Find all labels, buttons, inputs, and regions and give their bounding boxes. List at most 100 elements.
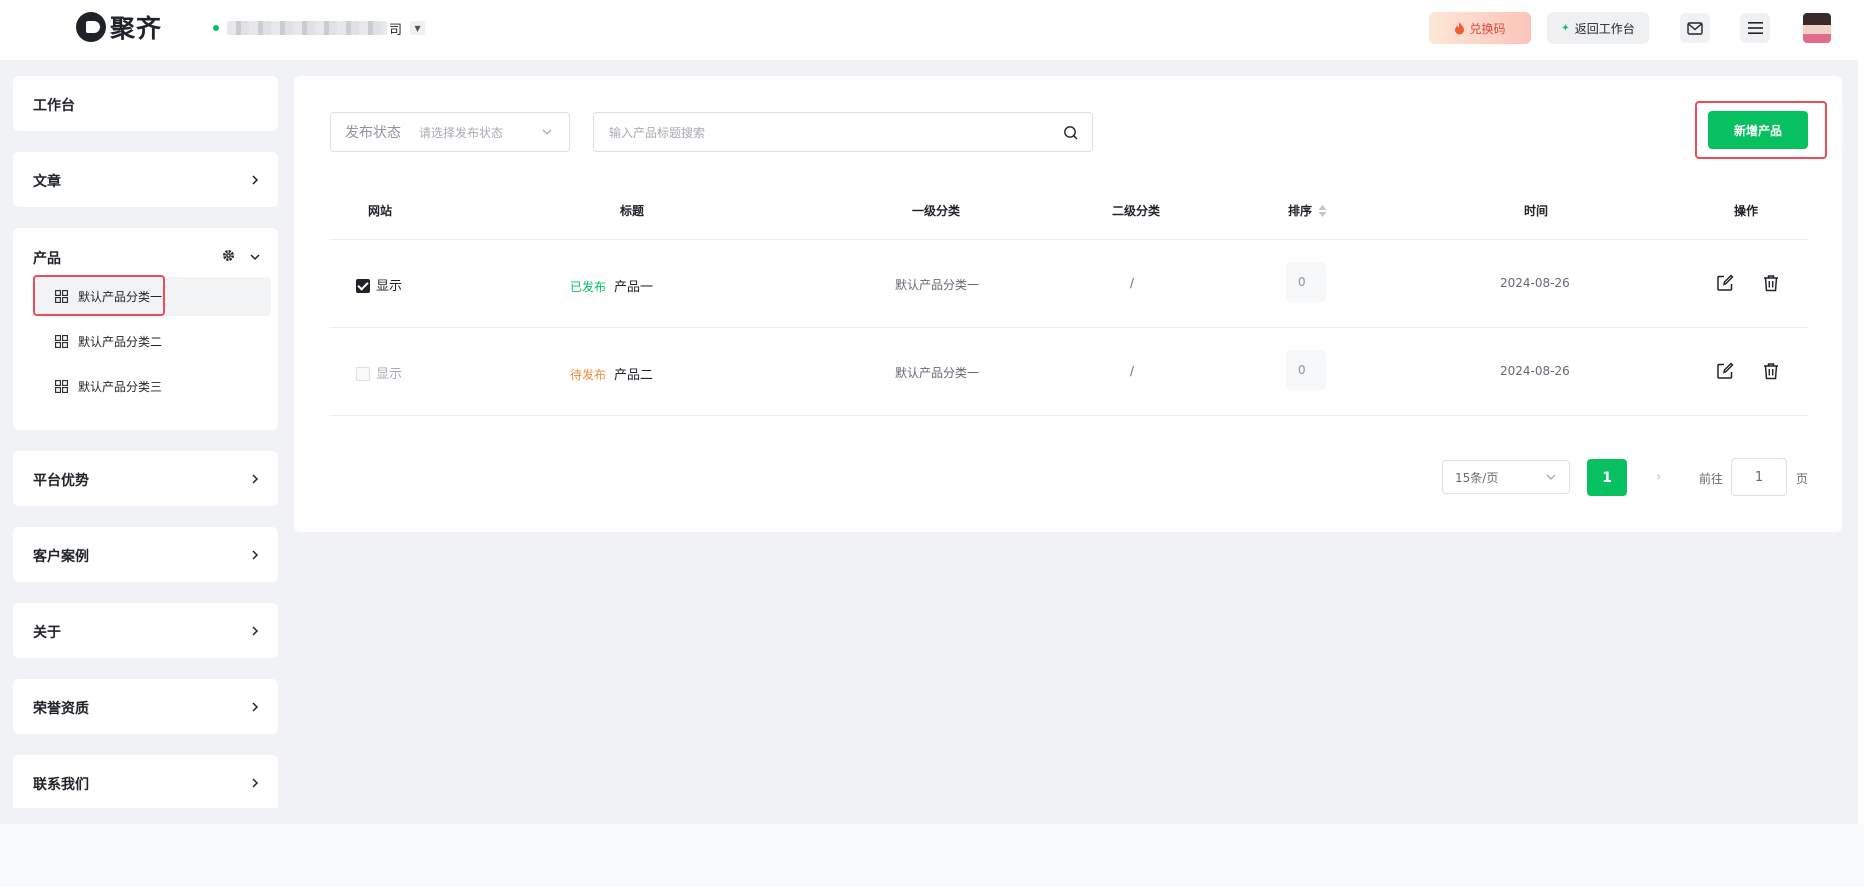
sidebar-item-label: 联系我们 [33,777,89,793]
chevron-down-icon[interactable] [250,252,260,262]
mail-icon [1687,21,1703,35]
publish-status-select[interactable]: 发布状态 请选择发布状态 [330,112,570,152]
column-header-sort-label: 排序 [1288,204,1313,218]
grid-icon [55,335,68,348]
date-cell: 2024-08-26 [1500,276,1570,290]
sidebar-subitem-category-3[interactable]: 默认产品分类三 [33,367,271,406]
status-badge: 已发布 [570,280,607,294]
site-visibility-toggle[interactable]: 显示 [356,275,402,294]
menu-button[interactable] [1740,13,1770,43]
site-visibility-label: 显示 [376,279,403,294]
sort-order-input[interactable]: 0 [1286,350,1326,390]
chevron-right-icon [252,175,259,185]
sidebar-item-label: 关于 [33,625,61,641]
column-header-actions: 操作 [1734,204,1759,218]
company-name-blurred [227,21,387,35]
goto-suffix: 页 [1796,472,1809,486]
sidebar-item-label: 客户案例 [33,549,89,565]
sidebar-subitem-category-1[interactable]: 默认产品分类一 [33,277,271,316]
chevron-down-icon [1546,474,1556,480]
checkbox-checked[interactable] [356,278,370,293]
goto-page-input[interactable]: 1 [1731,458,1787,496]
status-badge: 待发布 [570,368,607,382]
top-header: 聚齐 司 ▼ 兑换码 ✦ 返回工作台 [0,0,1864,60]
table-row: 显示 待发布 产品二 默认产品分类一 / 0 2024-08-26 [330,328,1808,416]
sidebar-item-honors[interactable]: 荣誉资质 [13,679,278,734]
sidebar-item-label: 平台优势 [33,473,89,489]
delete-icon[interactable] [1762,274,1780,292]
sidebar-item-cases[interactable]: 客户案例 [13,527,278,582]
sidebar-item-contact[interactable]: 联系我们 [13,755,278,808]
product-title: 产品二 [614,368,654,383]
sidebar-item-about[interactable]: 关于 [13,603,278,658]
sidebar-item-label: 产品 [33,251,61,267]
date-cell: 2024-08-26 [1500,364,1570,378]
sort-order-input[interactable]: 0 [1286,262,1326,302]
sidebar-subitem-label: 默认产品分类一 [78,290,163,304]
product-title: 产品一 [614,280,654,295]
company-name-suffix: 司 [389,22,403,38]
grid-icon [55,380,68,393]
chevron-right-icon [252,778,259,788]
sidebar-subitem-label: 默认产品分类三 [78,380,163,394]
sidebar-item-workbench[interactable]: 工作台 [13,76,278,131]
edit-icon[interactable] [1716,274,1734,292]
column-header-category-2: 二级分类 [1112,204,1161,218]
chevron-down-icon [542,129,552,135]
chevron-right-icon [252,702,259,712]
fire-icon [1455,21,1465,34]
page-button-current[interactable]: 1 [1587,459,1627,496]
search-icon[interactable] [1063,125,1078,140]
table-header: 网站 标题 一级分类 二级分类 排序 时间 操作 [330,180,1808,240]
caret-down-icon[interactable]: ▼ [410,21,426,35]
product-table: 网站 标题 一级分类 二级分类 排序 时间 操作 显示 已发布 产品一 默认产品分… [330,180,1808,416]
sparkle-icon: ✦ [1561,22,1570,34]
sidebar-item-label: 文章 [33,174,61,190]
product-list-panel: 发布状态 请选择发布状态 输入产品标题搜索 新增产品 网站 标题 一级分类 二级… [294,76,1842,532]
sidebar-item-label: 荣誉资质 [33,701,89,717]
back-to-workbench-button[interactable]: ✦ 返回工作台 [1547,12,1649,44]
category-2-cell: / [1130,364,1135,378]
publish-status-label: 发布状态 [345,125,401,141]
add-product-button[interactable]: 新增产品 [1708,111,1808,149]
column-header-title: 标题 [620,204,645,218]
chevron-right-icon [252,474,259,484]
publish-status-placeholder: 请选择发布状态 [419,125,504,140]
delete-icon[interactable] [1762,362,1780,380]
site-visibility-label: 显示 [376,367,403,382]
sidebar-group-products: 产品 默认产品分类一 默认产品分类二 默认产品分类三 [13,228,278,430]
redeem-code-button[interactable]: 兑换码 [1429,12,1531,44]
chevron-right-icon [252,626,259,636]
company-switcher[interactable]: 司 ▼ [213,19,426,38]
brand-logo[interactable]: 聚齐 [76,11,162,43]
sidebar-subitem-label: 默认产品分类二 [78,335,163,349]
next-page-icon[interactable]: › [1656,469,1662,485]
column-header-sort[interactable]: 排序 [1288,202,1327,219]
product-title-cell: 已发布 产品一 [570,276,653,295]
product-search-input[interactable]: 输入产品标题搜索 [593,112,1093,152]
redeem-code-label: 兑换码 [1469,21,1506,36]
category-1-cell: 默认产品分类一 [895,278,980,292]
back-to-workbench-label: 返回工作台 [1574,21,1635,36]
sidebar-item-advantages[interactable]: 平台优势 [13,451,278,506]
gear-icon[interactable] [222,249,235,262]
category-2-cell: / [1130,276,1135,290]
sidebar-item-label: 工作台 [33,98,75,114]
sidebar-item-articles[interactable]: 文章 [13,152,278,207]
checkbox-unchecked[interactable] [356,366,370,381]
column-header-time: 时间 [1524,204,1549,218]
page-size-select[interactable]: 15条/页 [1442,460,1570,494]
edit-icon[interactable] [1716,362,1734,380]
sidebar-subitem-category-2[interactable]: 默认产品分类二 [33,322,271,361]
category-1-cell: 默认产品分类一 [895,366,980,380]
search-placeholder: 输入产品标题搜索 [609,125,706,140]
sort-caret-icon [1318,204,1327,217]
mail-button[interactable] [1680,13,1710,43]
column-header-category-1: 一级分类 [912,204,961,218]
site-visibility-toggle[interactable]: 显示 [356,363,402,382]
user-avatar[interactable] [1803,13,1831,43]
product-title-cell: 待发布 产品二 [570,364,653,383]
scrollbar-track[interactable] [1858,60,1864,824]
status-dot-icon [213,25,219,31]
table-row: 显示 已发布 产品一 默认产品分类一 / 0 2024-08-26 [330,240,1808,328]
